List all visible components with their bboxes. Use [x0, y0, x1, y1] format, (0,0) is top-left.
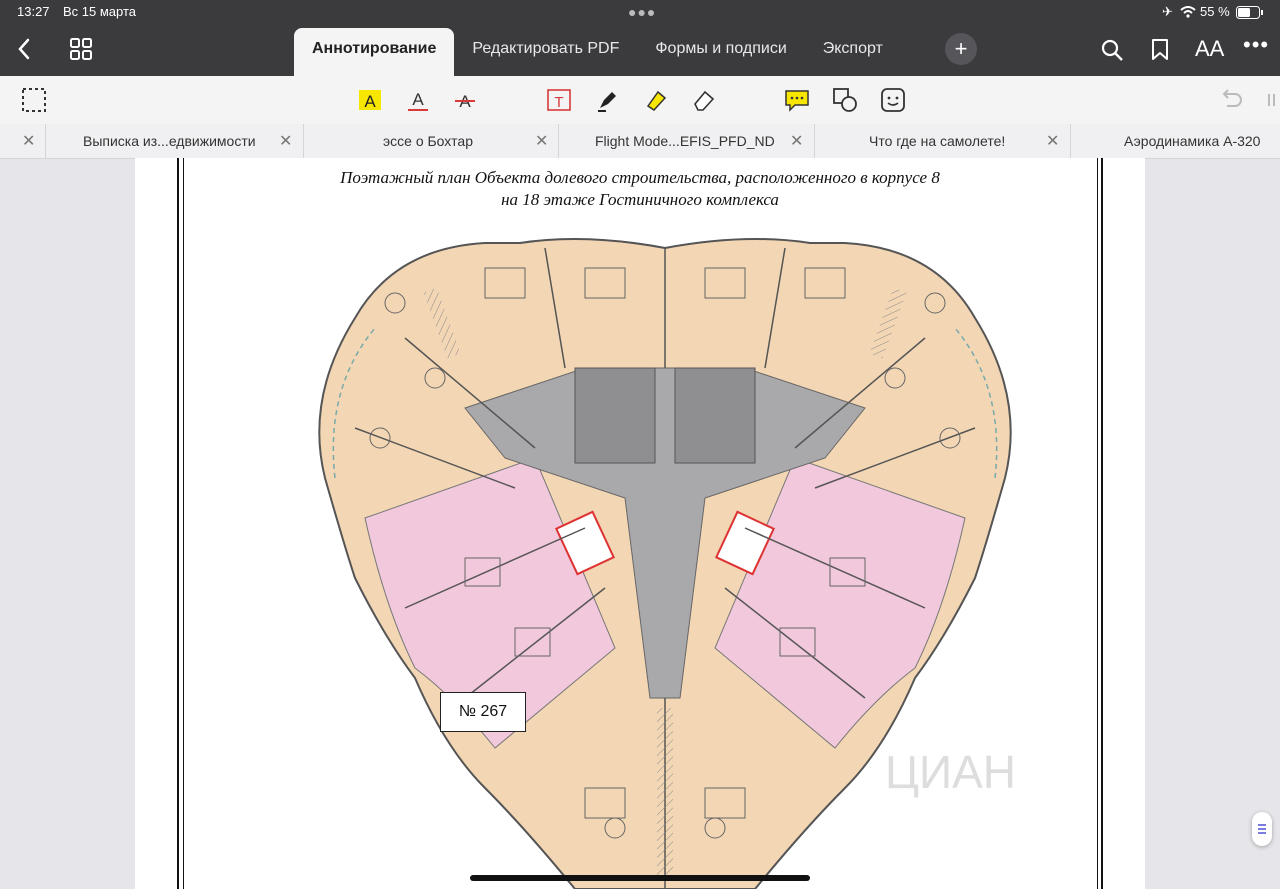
highlighter-icon[interactable] — [642, 86, 670, 114]
list-icon — [1258, 824, 1266, 834]
tab-annotate[interactable]: Аннотирование — [294, 28, 455, 76]
doc-tab-label: эссе о Бохтар — [383, 133, 473, 149]
close-icon[interactable]: ✕ — [535, 131, 548, 151]
more-icon[interactable]: ••• — [1243, 32, 1269, 58]
doc-tab-label: Аэродинамика А-320 — [1124, 133, 1261, 149]
add-button[interactable]: + — [945, 33, 977, 65]
top-bar: 13:27 Вс 15 марта ●●● ✈ 55 % Аннотирован… — [0, 0, 1280, 76]
doc-tab-label: Flight Mode...EFIS_PFD_ND — [595, 133, 775, 149]
watermark-text: ЦИАН — [885, 746, 1016, 798]
close-icon[interactable]: ✕ — [790, 131, 803, 151]
multitask-dots-icon[interactable]: ●●● — [628, 4, 656, 20]
doc-tab[interactable]: Выписка из...едвижимости ✕ — [45, 124, 304, 158]
tab-edit-pdf[interactable]: Редактировать PDF — [454, 28, 637, 76]
shapes-icon[interactable] — [831, 86, 859, 114]
close-icon[interactable]: ✕ — [279, 131, 292, 151]
status-date: Вс 15 марта — [63, 4, 137, 19]
annotation-toolbar: A A A T — [0, 76, 1280, 125]
home-indicator[interactable] — [470, 875, 810, 881]
scroll-handle[interactable] — [1252, 812, 1272, 846]
mode-tabs: Аннотирование Редактировать PDF Формы и … — [294, 28, 901, 76]
airplane-icon: ✈ — [1162, 4, 1173, 19]
text-box-icon[interactable]: T — [545, 86, 573, 114]
svg-text:A: A — [364, 92, 376, 111]
unit-number-label: № 267 — [440, 692, 526, 732]
undo-icon[interactable] — [1217, 86, 1245, 114]
floor-plan-image: ЦИАН — [318, 238, 1016, 889]
search-icon[interactable] — [1100, 38, 1124, 62]
doc-tab-partial[interactable]: ✕ — [0, 124, 46, 158]
underline-text-icon[interactable]: A — [404, 86, 432, 114]
pen-icon[interactable] — [594, 86, 622, 114]
strikethrough-text-icon[interactable]: A — [451, 86, 479, 114]
plan-title-line1: Поэтажный план Объекта долевого строител… — [340, 168, 940, 187]
eraser-icon[interactable] — [690, 86, 718, 114]
doc-tab[interactable]: эссе о Бохтар ✕ — [303, 124, 559, 158]
tab-forms-signatures[interactable]: Формы и подписи — [637, 28, 804, 76]
doc-tab-label: Выписка из...едвижимости — [83, 133, 256, 149]
page-frame-line — [183, 158, 184, 889]
highlight-text-icon[interactable]: A — [356, 86, 384, 114]
battery-icon — [1236, 6, 1263, 19]
comment-icon[interactable] — [783, 86, 811, 114]
grid-icon[interactable] — [70, 38, 92, 60]
svg-text:T: T — [554, 94, 563, 111]
pdf-page[interactable]: Поэтажный план Объекта долевого строител… — [135, 158, 1145, 889]
status-time: 13:27 — [17, 4, 50, 19]
tab-export[interactable]: Экспорт — [805, 28, 901, 76]
doc-tab-label: Что где на самолете! — [869, 133, 1006, 149]
wifi-icon — [1180, 6, 1196, 18]
svg-text:A: A — [412, 90, 424, 109]
page-frame-line — [1101, 158, 1103, 889]
document-tabs: ✕ Выписка из...едвижимости ✕ эссе о Бохт… — [0, 124, 1280, 159]
sticker-icon[interactable] — [879, 86, 907, 114]
toolbar-handle-icon[interactable] — [1258, 86, 1280, 114]
page-frame-line — [177, 158, 179, 889]
close-icon[interactable]: ✕ — [22, 131, 35, 151]
text-size-icon[interactable]: AA — [1195, 36, 1224, 62]
doc-tab[interactable]: Аэродинамика А-320 — [1070, 124, 1280, 158]
doc-tab[interactable]: Flight Mode...EFIS_PFD_ND ✕ — [558, 124, 815, 158]
page-frame-line — [1097, 158, 1098, 889]
bookmark-icon[interactable] — [1150, 38, 1170, 62]
battery-percent: 55 % — [1200, 4, 1230, 19]
chevron-left-icon[interactable] — [16, 38, 32, 60]
doc-tab[interactable]: Что где на самолете! ✕ — [814, 124, 1071, 158]
plan-title-line2: на 18 этаже Гостиничного комплекса — [501, 190, 779, 209]
select-area-icon[interactable] — [20, 86, 48, 114]
close-icon[interactable]: ✕ — [1046, 131, 1059, 151]
